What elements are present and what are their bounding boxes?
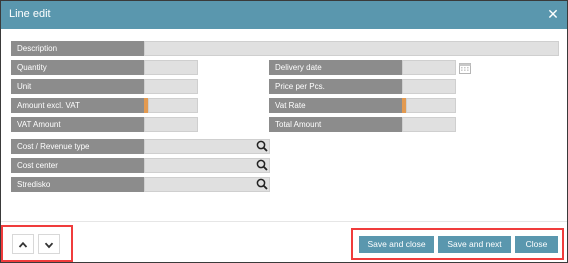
previous-line-button[interactable] (12, 234, 34, 254)
delivery-date-label: Delivery date (269, 60, 402, 75)
delivery-date-field: Delivery date (269, 60, 456, 75)
total-amount-input[interactable] (402, 117, 456, 132)
vat-amount-label: VAT Amount (11, 117, 144, 132)
search-icon[interactable] (256, 178, 268, 190)
price-per-pcs-label: Price per Pcs. (269, 79, 402, 94)
footer-divider (1, 221, 567, 222)
search-icon[interactable] (256, 140, 268, 152)
description-label: Description (11, 41, 144, 56)
amount-excl-vat-label: Amount excl. VAT (11, 98, 144, 113)
save-and-close-button[interactable]: Save and close (359, 236, 434, 253)
price-per-pcs-input[interactable] (402, 79, 456, 94)
vat-rate-label: Vat Rate (269, 98, 402, 113)
save-and-next-button[interactable]: Save and next (438, 236, 511, 253)
total-amount-field: Total Amount (269, 117, 456, 132)
quantity-label: Quantity (11, 60, 144, 75)
search-icon[interactable] (256, 159, 268, 171)
cost-center-label: Cost center (11, 158, 144, 173)
vat-amount-field: VAT Amount (11, 117, 198, 132)
vat-rate-input[interactable] (406, 98, 456, 113)
cost-center-input[interactable] (144, 158, 270, 173)
unit-field: Unit (11, 79, 198, 94)
amount-excl-vat-input[interactable] (148, 98, 198, 113)
amount-excl-vat-field: Amount excl. VAT (11, 98, 198, 113)
price-per-pcs-field: Price per Pcs. (269, 79, 456, 94)
cost-revenue-type-input[interactable] (144, 139, 270, 154)
dialog-titlebar: Line edit ✕ (1, 1, 567, 29)
stredisko-input[interactable] (144, 177, 270, 192)
close-button[interactable]: Close (515, 236, 558, 253)
calendar-icon[interactable] (459, 62, 471, 74)
stredisko-label: Stredisko (11, 177, 144, 192)
cost-revenue-type-label: Cost / Revenue type (11, 139, 144, 154)
unit-label: Unit (11, 79, 144, 94)
quantity-input[interactable] (144, 60, 198, 75)
vat-amount-input[interactable] (144, 117, 198, 132)
quantity-field: Quantity (11, 60, 198, 75)
stredisko-field: Stredisko (11, 177, 270, 192)
next-line-button[interactable] (38, 234, 60, 254)
dialog-title: Line edit (9, 8, 51, 20)
vat-rate-field: Vat Rate (269, 98, 456, 113)
cost-center-field: Cost center (11, 158, 270, 173)
chevron-down-icon (44, 242, 54, 249)
cost-revenue-type-field: Cost / Revenue type (11, 139, 270, 154)
description-field: Description (11, 41, 559, 56)
chevron-up-icon (18, 241, 28, 248)
description-input[interactable] (144, 41, 559, 56)
total-amount-label: Total Amount (269, 117, 402, 132)
close-icon[interactable]: ✕ (547, 7, 559, 21)
unit-input[interactable] (144, 79, 198, 94)
delivery-date-input[interactable] (402, 60, 456, 75)
line-edit-dialog: Line edit ✕ Description Quantity Deliver… (0, 0, 568, 263)
